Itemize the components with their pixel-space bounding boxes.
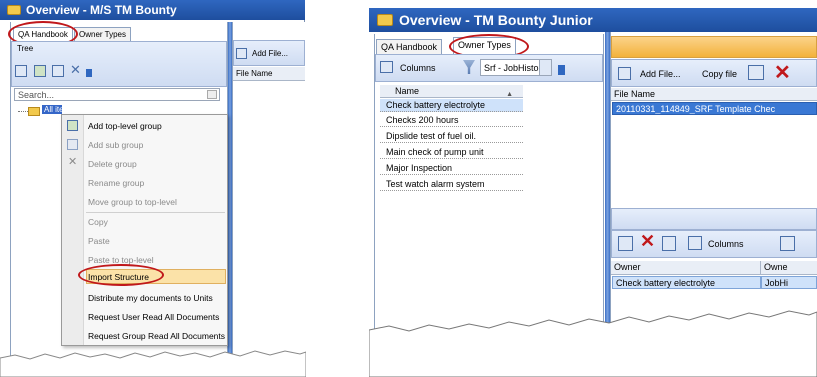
- owner-type-header-label: Owne: [764, 262, 788, 272]
- file-toolbar: Add File... Copy file ✕: [611, 59, 817, 87]
- left-title-bar: Overview - M/S TM Bounty: [0, 0, 305, 20]
- menu-separator: [86, 212, 225, 213]
- search-clear-icon[interactable]: [207, 90, 217, 99]
- add-sub-group-icon: [67, 139, 78, 150]
- chevron-down-icon[interactable]: [86, 69, 92, 77]
- owner-type-column-header[interactable]: Owne: [761, 261, 817, 275]
- file-name-column-header[interactable]: File Name: [611, 88, 817, 101]
- menu-copy[interactable]: Copy: [88, 217, 108, 227]
- owner-toolbar: Columns Srf - JobHistory: [375, 54, 603, 82]
- owner-row[interactable]: Check battery electrolyte: [612, 276, 761, 289]
- menu-request-group-read[interactable]: Request Group Read All Documents: [88, 331, 225, 341]
- add-file-icon: [236, 48, 247, 59]
- filter-select-value: Srf - JobHistory: [484, 63, 547, 73]
- delete-icon[interactable]: ✕: [774, 60, 791, 85]
- menu-paste[interactable]: Paste: [88, 236, 110, 246]
- file-row[interactable]: 20110331_114849_SRF Template Chec: [612, 102, 817, 115]
- list-item[interactable]: Dipslide test of fuel oil.: [380, 130, 523, 143]
- expand-icon[interactable]: [15, 65, 27, 77]
- list-item-label: Test watch alarm system: [386, 179, 485, 189]
- list-item-label: Dipslide test of fuel oil.: [386, 131, 477, 141]
- list-item-label: Major Inspection: [386, 163, 453, 173]
- list-item[interactable]: Test watch alarm system: [380, 178, 523, 191]
- folder-icon: [377, 14, 393, 26]
- add-file-icon: [618, 67, 631, 80]
- menu-add-top-level-group[interactable]: Add top-level group: [88, 121, 162, 131]
- grid-icon[interactable]: [748, 65, 764, 80]
- list-item-label: Check battery electrolyte: [386, 100, 486, 110]
- file-panel-header: [611, 36, 817, 58]
- add-sub-group-icon[interactable]: [52, 65, 64, 77]
- columns-icon: [688, 236, 702, 250]
- list-item-label: Main check of pump unit: [386, 147, 484, 157]
- copy-file-button[interactable]: Copy file: [702, 69, 737, 79]
- right-title-bar: Overview - TM Bounty Junior: [369, 8, 817, 32]
- file-row-label: 20110331_114849_SRF Template Chec: [616, 104, 776, 114]
- name-column-header[interactable]: Name ▲: [380, 85, 523, 98]
- calendar-icon[interactable]: [780, 236, 795, 251]
- list-item[interactable]: Main check of pump unit: [380, 146, 523, 159]
- owner-row-type-label: JobHi: [765, 278, 789, 288]
- left-file-column-header[interactable]: File Name: [233, 67, 305, 81]
- tree-root-item[interactable]: All items: [18, 105, 64, 118]
- owner-row-type[interactable]: JobHi: [761, 276, 817, 289]
- add-group-icon: [67, 120, 78, 131]
- search-placeholder: Search...: [18, 90, 55, 100]
- list-item[interactable]: Check battery electrolyte: [380, 99, 523, 112]
- tab-owner-types[interactable]: Owner Types: [74, 27, 131, 41]
- menu-request-user-read[interactable]: Request User Read All Documents: [88, 312, 219, 322]
- right-window-title: Overview - TM Bounty Junior: [399, 12, 593, 28]
- chevron-down-icon[interactable]: [558, 65, 565, 75]
- owner-type-list: Name ▲ Check battery electrolyte Checks …: [380, 85, 523, 197]
- menu-delete-group[interactable]: Delete group: [88, 159, 137, 169]
- left-window: Overview - M/S TM Bounty QA Handbook Own…: [0, 0, 306, 377]
- list-item[interactable]: Checks 200 hours: [380, 114, 523, 127]
- owner-detail-header: [611, 208, 817, 230]
- owner-detail-toolbar: ✕ Columns: [611, 230, 817, 258]
- columns-button[interactable]: Columns: [400, 63, 436, 73]
- owner-header-label: Owner: [614, 262, 641, 272]
- menu-move-group-top-level[interactable]: Move group to top-level: [88, 197, 177, 207]
- tree-dots: [18, 111, 28, 112]
- owner-column-header[interactable]: Owner: [611, 261, 761, 275]
- tree-label: Tree: [17, 44, 34, 53]
- file-name-header: File Name: [614, 89, 656, 99]
- filter-icon[interactable]: [463, 60, 475, 74]
- torn-edge: [0, 350, 306, 377]
- columns-button[interactable]: Columns: [708, 239, 744, 249]
- tree-root-label: All items: [42, 105, 62, 114]
- tab-owner-types-label: Owner Types: [79, 30, 126, 39]
- left-tree-header: Tree ✕: [11, 41, 227, 87]
- delete-group-icon[interactable]: ✕: [70, 62, 81, 78]
- import-structure-highlight: [78, 264, 164, 286]
- grid-icon[interactable]: [618, 236, 633, 251]
- list-item[interactable]: Major Inspection: [380, 162, 523, 175]
- name-header-label: Name: [395, 86, 420, 96]
- search-input[interactable]: Search...: [14, 88, 220, 101]
- delete-icon[interactable]: ✕: [640, 231, 655, 252]
- list-item-label: Checks 200 hours: [386, 115, 459, 125]
- columns-icon: [380, 61, 393, 73]
- folder-icon: [28, 107, 40, 116]
- tab-qa-handbook[interactable]: QA Handbook: [376, 39, 443, 54]
- folder-icon: [7, 5, 21, 15]
- torn-edge: [369, 310, 817, 377]
- delete-group-icon: ✕: [68, 156, 78, 168]
- file-name-header: File Name: [236, 69, 273, 78]
- chevron-down-icon: [539, 60, 551, 75]
- tree-context-menu: ✕ Add top-level group Add sub group Dele…: [61, 114, 228, 346]
- filter-select[interactable]: Srf - JobHistory: [480, 59, 552, 76]
- add-file-label: Add File...: [252, 49, 289, 58]
- owner-row-label: Check battery electrolyte: [616, 278, 716, 288]
- search-icon[interactable]: [662, 236, 676, 251]
- menu-add-sub-group[interactable]: Add sub group: [88, 140, 143, 150]
- right-window: Overview - TM Bounty Junior QA Handbook …: [369, 0, 817, 377]
- menu-rename-group[interactable]: Rename group: [88, 178, 144, 188]
- menu-distribute-documents[interactable]: Distribute my documents to Units: [88, 293, 213, 303]
- tab-qa-handbook-label: QA Handbook: [381, 42, 438, 52]
- left-window-title: Overview - M/S TM Bounty: [26, 3, 177, 17]
- add-group-icon[interactable]: [34, 65, 46, 77]
- add-file-button[interactable]: Add File...: [640, 69, 681, 79]
